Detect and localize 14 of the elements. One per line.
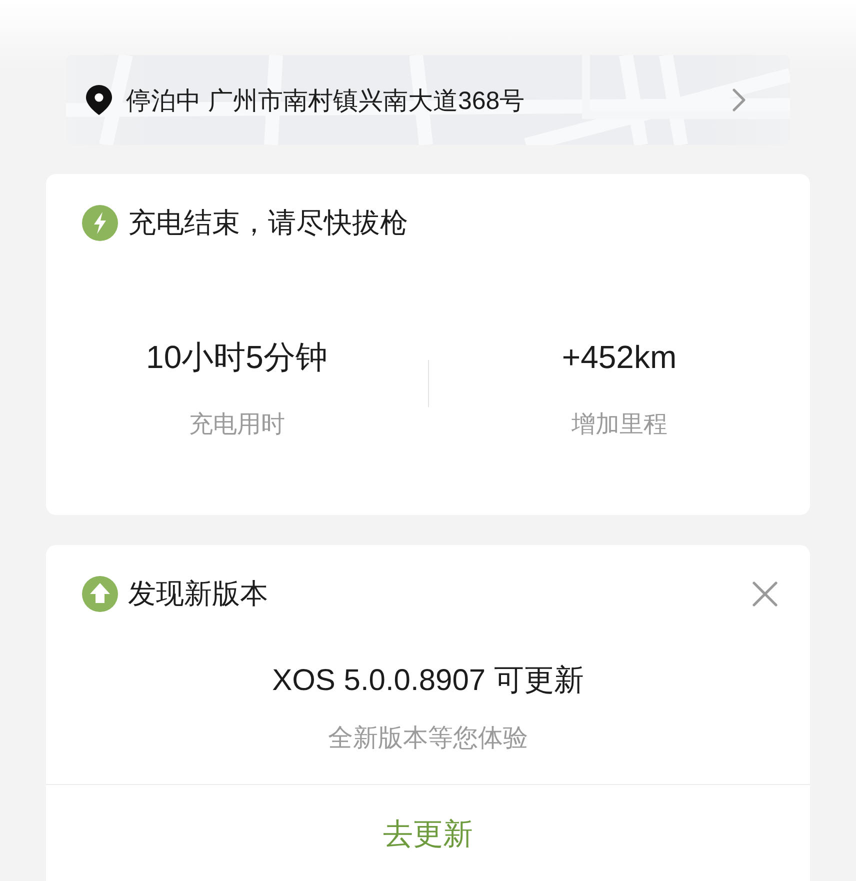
location-bar[interactable]: 停泊中 广州市南村镇兴南大道368号: [66, 55, 790, 145]
version-text: XOS 5.0.0.8907 可更新: [272, 663, 584, 699]
stat-label: 充电用时: [188, 410, 285, 440]
update-title: 发现新版本: [128, 577, 269, 611]
chevron-right-icon: [732, 88, 746, 112]
stat-value: 10小时5分钟: [146, 338, 328, 377]
stat-value: +452km: [562, 338, 677, 377]
location-pin-icon: [86, 85, 112, 115]
location-address: 停泊中 广州市南村镇兴南大道368号: [126, 86, 526, 116]
close-icon[interactable]: [752, 581, 778, 607]
update-subtitle: 全新版本等您体验: [328, 723, 528, 754]
stat-label: 增加里程: [571, 410, 668, 440]
charging-status-title: 充电结束，请尽快拔枪: [128, 206, 409, 240]
lightning-icon: [82, 205, 118, 241]
